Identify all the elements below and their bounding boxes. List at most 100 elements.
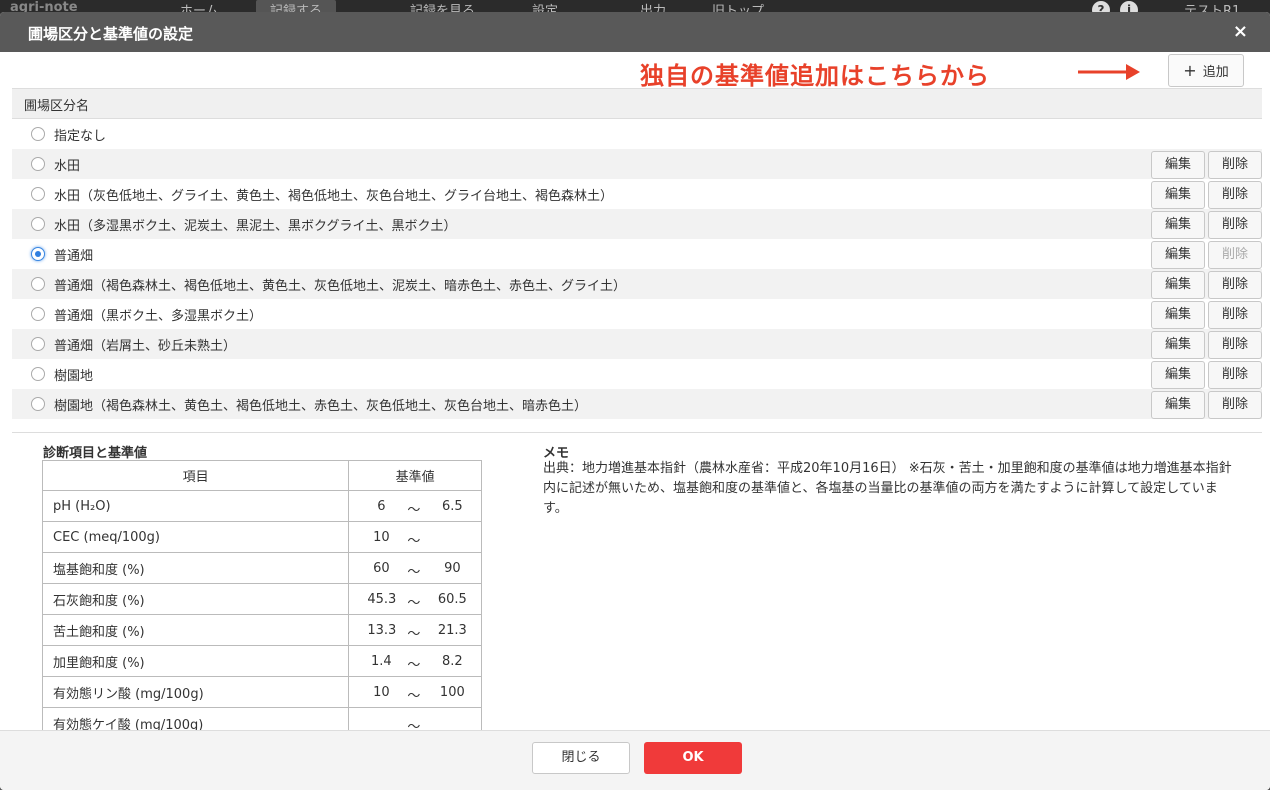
value-high: 90	[444, 561, 461, 576]
arrow-right-icon	[1078, 64, 1140, 80]
value-low: 13.3	[367, 623, 397, 638]
table-row: 有効態リン酸 (mg/100g) 10 〜 100	[41, 676, 482, 708]
list-item[interactable]: 普通畑（岩屑土、砂丘未熟土） 編集 削除	[12, 329, 1262, 359]
modal-title: 圃場区分と基準値の設定	[28, 25, 194, 43]
value-separator: 〜	[407, 658, 421, 673]
value-low: 10	[373, 685, 390, 700]
edit-button[interactable]: 編集	[1151, 241, 1205, 269]
edit-button[interactable]: 編集	[1151, 301, 1205, 329]
edit-button[interactable]: 編集	[1151, 211, 1205, 239]
list-item[interactable]: 水田（多湿黒ボク土、泥炭土、黒泥土、黒ボクグライ土、黒ボク土） 編集 削除	[12, 209, 1262, 239]
category-label: 水田	[54, 159, 81, 174]
value-separator: 〜	[407, 627, 421, 642]
category-radio[interactable]	[31, 337, 45, 351]
value-separator: 〜	[407, 596, 421, 611]
delete-button[interactable]: 削除	[1208, 151, 1262, 179]
item-value: 13.3 〜 21.3	[348, 614, 482, 646]
item-name: 加里飽和度 (%)	[41, 645, 350, 677]
modal-footer: 閉じる OK	[0, 730, 1270, 790]
table-row: 苦土飽和度 (%) 13.3 〜 21.3	[41, 614, 482, 646]
list-item[interactable]: 水田（灰色低地土、グライ土、黄色土、褐色低地土、灰色台地土、グライ台地土、褐色森…	[12, 179, 1262, 209]
delete-button[interactable]: 削除	[1208, 181, 1262, 209]
category-radio[interactable]	[31, 127, 45, 141]
delete-button[interactable]: 削除	[1208, 361, 1262, 389]
category-radio[interactable]	[31, 217, 45, 231]
delete-button[interactable]: 削除	[1208, 331, 1262, 359]
list-item[interactable]: 普通畑（褐色森林土、褐色低地土、黄色土、灰色低地土、泥炭土、暗赤色土、赤色土、グ…	[12, 269, 1262, 299]
item-value: 10 〜 100	[348, 676, 482, 708]
item-value: 10 〜	[348, 521, 482, 553]
category-label: 水田（灰色低地土、グライ土、黄色土、褐色低地土、灰色台地土、グライ台地土、褐色森…	[54, 189, 614, 204]
value-high: 60.5	[437, 592, 467, 607]
category-label: 水田（多湿黒ボク土、泥炭土、黒泥土、黒ボクグライ土、黒ボク土）	[54, 219, 457, 234]
close-icon[interactable]: ×	[1233, 21, 1248, 42]
category-radio[interactable]	[31, 397, 45, 411]
value-low: 10	[373, 530, 390, 545]
diagnosis-title: 診断項目と基準値	[43, 446, 148, 461]
category-label: 樹園地	[54, 369, 94, 384]
category-label: 指定なし	[54, 129, 107, 144]
table-row: 加里飽和度 (%) 1.4 〜 8.2	[41, 645, 482, 677]
list-item[interactable]: 樹園地 編集 削除	[12, 359, 1262, 389]
ok-button[interactable]: OK	[644, 742, 742, 774]
value-low: 45.3	[367, 592, 397, 607]
category-label: 樹園地（褐色森林土、黄色土、褐色低地土、赤色土、灰色低地土、灰色台地土、暗赤色土…	[54, 399, 588, 414]
item-name: 苦土飽和度 (%)	[41, 614, 350, 646]
value-high: 6.5	[442, 499, 463, 514]
category-radio[interactable]	[31, 277, 45, 291]
edit-button[interactable]: 編集	[1151, 271, 1205, 299]
edit-button[interactable]: 編集	[1151, 391, 1205, 419]
add-button[interactable]: + 追加	[1168, 54, 1244, 87]
annotation-text: 独自の基準値追加はこちらから	[640, 62, 990, 90]
item-name: CEC (meq/100g)	[41, 521, 350, 553]
list-column-header: 圃場区分名	[12, 88, 1262, 119]
edit-button[interactable]: 編集	[1151, 151, 1205, 179]
category-label: 普通畑（褐色森林土、褐色低地土、黄色土、灰色低地土、泥炭土、暗赤色土、赤色土、グ…	[54, 279, 627, 294]
table-row: 石灰飽和度 (%) 45.3 〜 60.5	[41, 583, 482, 615]
diagnosis-table: 項目 基準値 pH (H₂O) 6 〜 6.5 CEC (meq/100g) 10 〜塩基飽…	[41, 460, 482, 739]
item-value: 1.4 〜 8.2	[348, 645, 482, 677]
close-button[interactable]: 閉じる	[532, 742, 630, 774]
value-separator: 〜	[407, 503, 421, 518]
field-category-modal: 圃場区分と基準値の設定 × 独自の基準値追加はこちらから + 追加 圃場区分名 …	[0, 12, 1270, 790]
list-item[interactable]: 樹園地（褐色森林土、黄色土、褐色低地土、赤色土、灰色低地土、灰色台地土、暗赤色土…	[12, 389, 1262, 419]
edit-button[interactable]: 編集	[1151, 361, 1205, 389]
delete-button[interactable]: 削除	[1208, 301, 1262, 329]
category-radio[interactable]	[31, 157, 45, 171]
divider	[12, 432, 1262, 433]
plus-icon: +	[1183, 60, 1197, 80]
list-item[interactable]: 水田 編集 削除	[12, 149, 1262, 179]
category-label: 普通畑	[54, 249, 94, 264]
item-name: 塩基飽和度 (%)	[41, 552, 350, 584]
value-high: 21.3	[437, 623, 467, 638]
category-radio[interactable]	[31, 307, 45, 321]
table-row: pH (H₂O) 6 〜 6.5	[41, 490, 482, 522]
item-name: pH (H₂O)	[41, 490, 350, 522]
value-low: 1.4	[371, 654, 392, 669]
list-item[interactable]: 普通畑 編集 削除	[12, 239, 1262, 269]
edit-button[interactable]: 編集	[1151, 331, 1205, 359]
modal-header: 圃場区分と基準値の設定 ×	[0, 12, 1270, 52]
value-separator: 〜	[407, 565, 421, 580]
category-radio[interactable]	[31, 247, 45, 261]
item-name: 有効態リン酸 (mg/100g)	[41, 676, 350, 708]
item-value: 45.3 〜 60.5	[348, 583, 482, 615]
value-low: 60	[373, 561, 390, 576]
value-low: 6	[377, 499, 386, 514]
value-separator: 〜	[407, 534, 421, 549]
category-radio[interactable]	[31, 187, 45, 201]
add-button-label: 追加	[1202, 65, 1229, 80]
category-label: 普通畑（岩屑土、砂丘未熟土）	[54, 339, 237, 354]
value-separator: 〜	[407, 689, 421, 704]
delete-button[interactable]: 削除	[1208, 271, 1262, 299]
category-list: 指定なし 水田 編集 削除 水田（灰色低地土、グライ土、黄色土、褐色低地土、灰色台地土、…	[12, 119, 1262, 432]
edit-button[interactable]: 編集	[1151, 181, 1205, 209]
list-item[interactable]: 普通畑（黒ボク土、多湿黒ボク土） 編集 削除	[12, 299, 1262, 329]
memo-text: 出典：地力増進基本指針（農林水産省：平成20年10月16日） ※石灰・苦土・加里…	[543, 461, 1232, 516]
item-name: 石灰飽和度 (%)	[41, 583, 350, 615]
delete-button[interactable]: 削除	[1208, 391, 1262, 419]
list-item[interactable]: 指定なし	[12, 119, 1262, 149]
delete-button[interactable]: 削除	[1208, 211, 1262, 239]
table-row: CEC (meq/100g) 10 〜	[41, 521, 482, 553]
category-radio[interactable]	[31, 367, 45, 381]
